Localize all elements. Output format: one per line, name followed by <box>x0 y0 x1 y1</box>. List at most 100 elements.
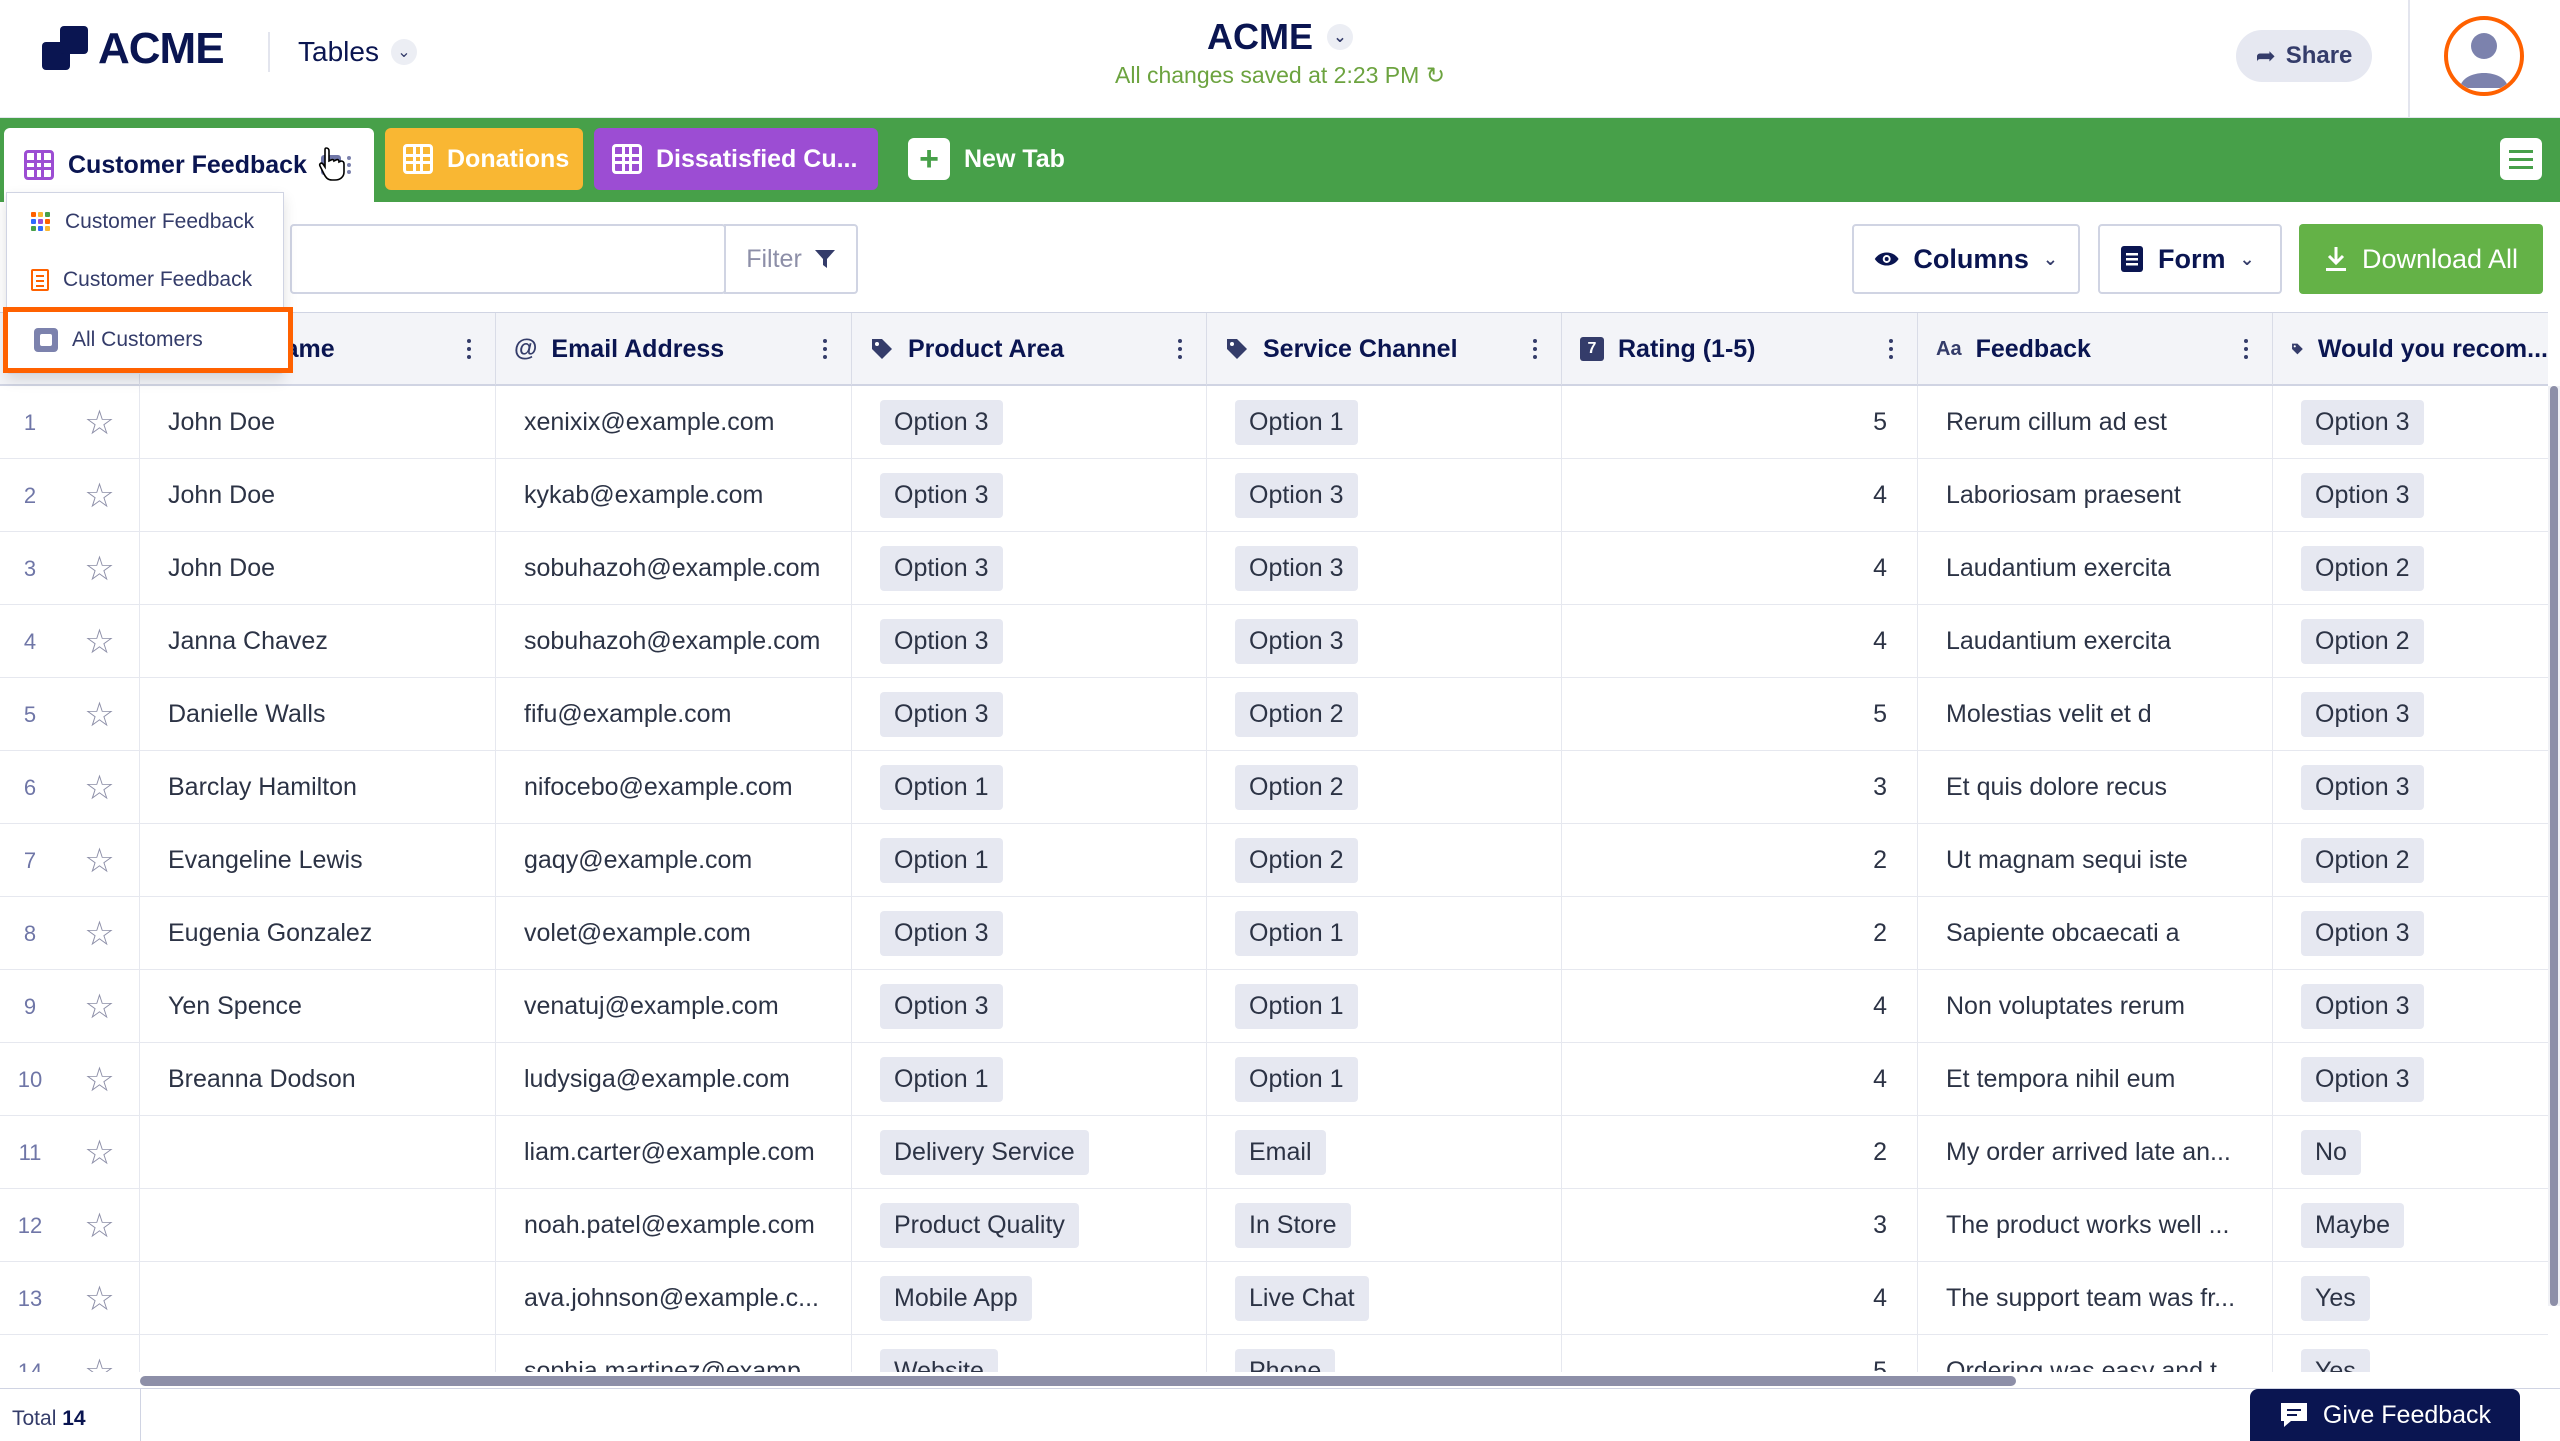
cell-product-area[interactable]: Option 3 <box>852 532 1207 605</box>
cell-feedback[interactable]: Rerum cillum ad est <box>1918 386 2273 459</box>
cell-service-channel[interactable]: Option 2 <box>1207 751 1562 824</box>
cell-feedback[interactable]: Non voluptates rerum <box>1918 970 2273 1043</box>
cell-email[interactable]: sophia.martinez@examp... <box>496 1335 852 1372</box>
cell-product-area[interactable]: Option 1 <box>852 824 1207 897</box>
table-row[interactable]: 4 ☆ Janna Chavez sobuhazoh@example.com Optio… <box>0 605 2548 678</box>
search-input[interactable] <box>290 224 726 294</box>
cell-feedback[interactable]: Ordering was easy and t... <box>1918 1335 2273 1372</box>
download-all-button[interactable]: Download All <box>2299 224 2543 294</box>
cell-service-channel[interactable]: Option 2 <box>1207 824 1562 897</box>
cell-feedback[interactable]: The support team was fr... <box>1918 1262 2273 1335</box>
star-icon[interactable]: ☆ <box>60 605 140 678</box>
column-menu-icon[interactable] <box>823 339 827 359</box>
cell-customer-name[interactable]: Eugenia Gonzalez <box>140 897 496 970</box>
cell-rating[interactable]: 4 <box>1562 1043 1918 1116</box>
cell-feedback[interactable]: Et quis dolore recus <box>1918 751 2273 824</box>
cell-rating[interactable]: 4 <box>1562 459 1918 532</box>
cell-service-channel[interactable]: Option 3 <box>1207 459 1562 532</box>
acme-logo[interactable]: ACME <box>42 24 225 74</box>
cell-service-channel[interactable]: Option 1 <box>1207 386 1562 459</box>
star-icon[interactable]: ☆ <box>60 1262 140 1335</box>
cell-customer-name[interactable] <box>140 1189 496 1262</box>
cell-email[interactable]: xenixix@example.com <box>496 386 852 459</box>
cell-product-area[interactable]: Product Quality <box>852 1189 1207 1262</box>
cell-service-channel[interactable]: Live Chat <box>1207 1262 1562 1335</box>
cell-feedback[interactable]: Laboriosam praesent <box>1918 459 2273 532</box>
cell-product-area[interactable]: Option 3 <box>852 459 1207 532</box>
app-title[interactable]: ACME ⌄ <box>1207 16 1353 58</box>
cell-rating[interactable]: 4 <box>1562 970 1918 1043</box>
table-row[interactable]: 3 ☆ John Doe sobuhazoh@example.com Option 3 O… <box>0 532 2548 605</box>
cell-email[interactable]: venatuj@example.com <box>496 970 852 1043</box>
column-menu-icon[interactable] <box>1178 339 1182 359</box>
table-row[interactable]: 11 ☆ liam.carter@example.com Delivery Servi… <box>0 1116 2548 1189</box>
cell-service-channel[interactable]: Phone <box>1207 1335 1562 1372</box>
cell-email[interactable]: liam.carter@example.com <box>496 1116 852 1189</box>
cell-would-you-recommend[interactable]: Option 3 <box>2273 1043 2548 1116</box>
share-button[interactable]: ➦ Share <box>2236 30 2372 82</box>
cell-rating[interactable]: 2 <box>1562 824 1918 897</box>
table-row[interactable]: 5 ☆ Danielle Walls fifu@example.com Option 3… <box>0 678 2548 751</box>
cell-feedback[interactable]: Molestias velit et d <box>1918 678 2273 751</box>
cell-rating[interactable]: 5 <box>1562 678 1918 751</box>
cell-email[interactable]: noah.patel@example.com <box>496 1189 852 1262</box>
dropdown-item-customer-feedback-table[interactable]: Customer Feedback <box>7 193 283 251</box>
cell-product-area[interactable]: Option 3 <box>852 678 1207 751</box>
cell-customer-name[interactable] <box>140 1116 496 1189</box>
cell-would-you-recommend[interactable]: Option 3 <box>2273 386 2548 459</box>
cell-service-channel[interactable]: Option 2 <box>1207 678 1562 751</box>
column-header-feedback[interactable]: Aa Feedback <box>1918 313 2273 385</box>
cell-customer-name[interactable] <box>140 1262 496 1335</box>
column-header-rating[interactable]: 7 Rating (1-5) <box>1562 313 1918 385</box>
cell-feedback[interactable]: Ut magnam sequi iste <box>1918 824 2273 897</box>
cell-would-you-recommend[interactable]: Yes <box>2273 1335 2548 1372</box>
cell-would-you-recommend[interactable]: Yes <box>2273 1262 2548 1335</box>
cell-would-you-recommend[interactable]: Option 3 <box>2273 970 2548 1043</box>
cell-customer-name[interactable]: Yen Spence <box>140 970 496 1043</box>
cell-email[interactable]: fifu@example.com <box>496 678 852 751</box>
cell-would-you-recommend[interactable]: Option 3 <box>2273 897 2548 970</box>
filter-button[interactable]: Filter <box>724 224 858 294</box>
cell-would-you-recommend[interactable]: Option 3 <box>2273 459 2548 532</box>
cell-product-area[interactable]: Option 3 <box>852 970 1207 1043</box>
cell-email[interactable]: nifocebo@example.com <box>496 751 852 824</box>
table-row[interactable]: 10 ☆ Breanna Dodson ludysiga@example.com Opt… <box>0 1043 2548 1116</box>
cell-customer-name[interactable] <box>140 1335 496 1372</box>
column-menu-icon[interactable] <box>2244 339 2248 359</box>
table-row[interactable]: 8 ☆ Eugenia Gonzalez volet@example.com Optio… <box>0 897 2548 970</box>
tab-donations[interactable]: Donations <box>385 128 583 190</box>
dropdown-item-all-customers[interactable]: All Customers <box>3 307 293 373</box>
cell-would-you-recommend[interactable]: Option 2 <box>2273 605 2548 678</box>
cell-product-area[interactable]: Option 3 <box>852 897 1207 970</box>
cell-service-channel[interactable]: Option 3 <box>1207 532 1562 605</box>
star-icon[interactable]: ☆ <box>60 532 140 605</box>
star-icon[interactable]: ☆ <box>60 1043 140 1116</box>
column-menu-icon[interactable] <box>1533 339 1537 359</box>
cell-customer-name[interactable]: Breanna Dodson <box>140 1043 496 1116</box>
table-row[interactable]: 9 ☆ Yen Spence venatuj@example.com Option 3 O… <box>0 970 2548 1043</box>
cell-feedback[interactable]: Laudantium exercita <box>1918 605 2273 678</box>
cell-product-area[interactable]: Website <box>852 1335 1207 1372</box>
cell-rating[interactable]: 2 <box>1562 1116 1918 1189</box>
cell-email[interactable]: gaqy@example.com <box>496 824 852 897</box>
star-icon[interactable]: ☆ <box>60 824 140 897</box>
cell-would-you-recommend[interactable]: Option 2 <box>2273 532 2548 605</box>
columns-button[interactable]: Columns ⌄ <box>1852 224 2080 294</box>
cell-feedback[interactable]: Sapiente obcaecati a <box>1918 897 2273 970</box>
form-button[interactable]: Form ⌄ <box>2098 224 2282 294</box>
cell-rating[interactable]: 5 <box>1562 1335 1918 1372</box>
cell-product-area[interactable]: Mobile App <box>852 1262 1207 1335</box>
dropdown-item-customer-feedback-form[interactable]: Customer Feedback <box>7 251 283 309</box>
star-icon[interactable]: ☆ <box>60 678 140 751</box>
star-icon[interactable]: ☆ <box>60 459 140 532</box>
column-menu-icon[interactable] <box>467 339 471 359</box>
cell-email[interactable]: sobuhazoh@example.com <box>496 532 852 605</box>
new-tab-button[interactable]: + New Tab <box>890 128 1100 190</box>
cell-email[interactable]: kykab@example.com <box>496 459 852 532</box>
cell-service-channel[interactable]: Option 1 <box>1207 1043 1562 1116</box>
cell-would-you-recommend[interactable]: Option 2 <box>2273 824 2548 897</box>
cell-rating[interactable]: 2 <box>1562 897 1918 970</box>
column-header-product-area[interactable]: Product Area <box>852 313 1207 385</box>
cell-service-channel[interactable]: Option 3 <box>1207 605 1562 678</box>
cell-would-you-recommend[interactable]: No <box>2273 1116 2548 1189</box>
